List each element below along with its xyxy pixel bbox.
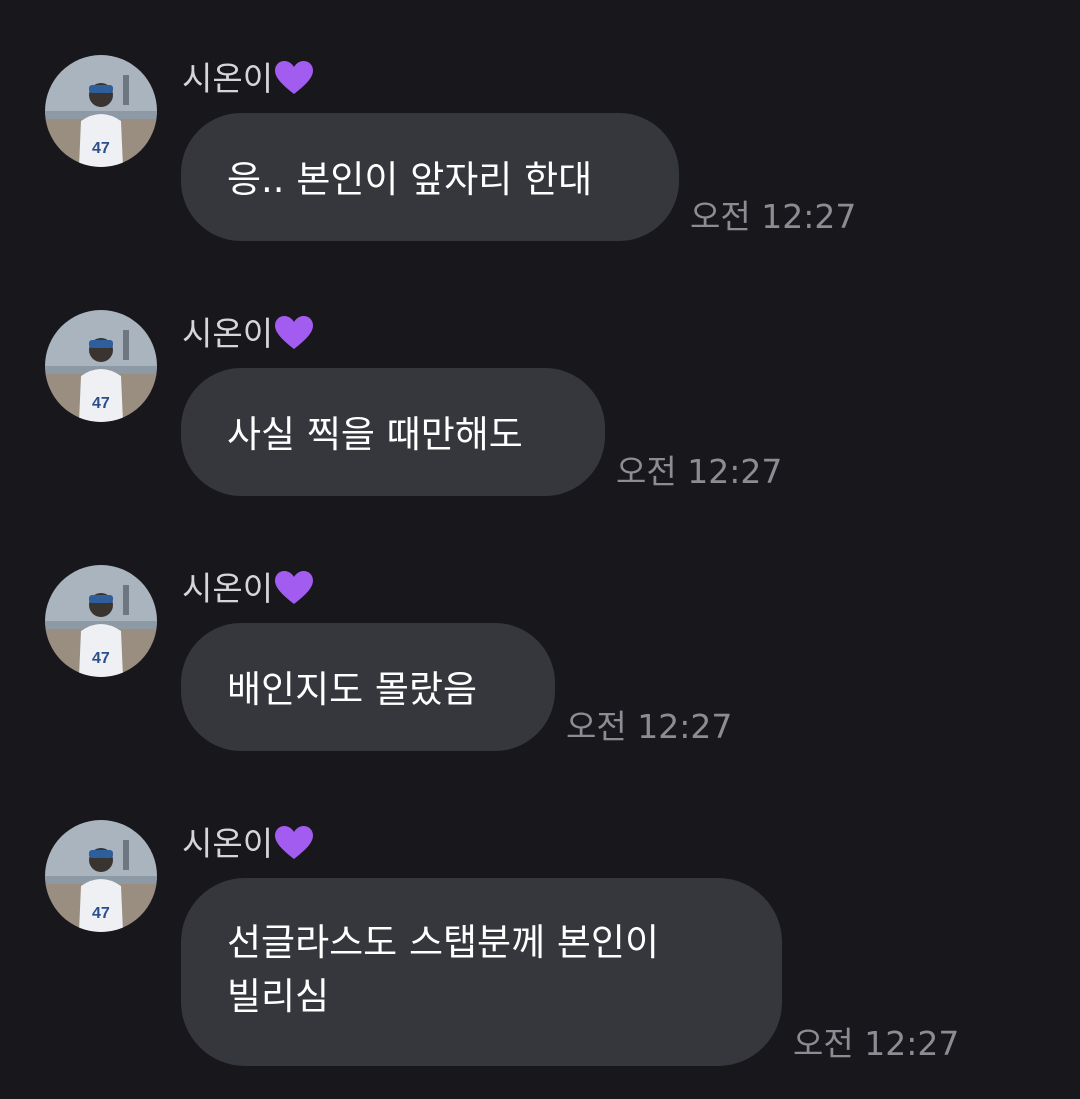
message-timestamp: 오전 12:27: [566, 707, 733, 746]
svg-text:47: 47: [92, 395, 110, 412]
sender-name-text: 시온이: [182, 569, 274, 608]
message-text-line: 선글라스도 스탭분께 본인이: [227, 921, 660, 964]
message-text-line: 사실 찍을 때만해도: [227, 413, 523, 456]
message-bubble[interactable]: 선글라스도 스탭분께 본인이 빌리심: [181, 878, 782, 1066]
sender-name: 시온이: [182, 567, 314, 611]
profile-photo: 47: [45, 820, 157, 932]
message-text-line: 배인지도 몰랐음: [227, 668, 478, 711]
message-bubble[interactable]: 사실 찍을 때만해도: [181, 368, 605, 496]
message-bubble[interactable]: 응.. 본인이 앞자리 한대: [181, 113, 679, 241]
sender-name: 시온이: [182, 312, 314, 356]
sender-name: 시온이: [182, 57, 314, 101]
message-text-line: 빌리심: [227, 975, 330, 1018]
svg-text:47: 47: [92, 905, 110, 922]
avatar[interactable]: 47: [45, 310, 157, 422]
profile-photo: 47: [45, 565, 157, 677]
sender-name: 시온이: [182, 822, 314, 866]
sender-name-text: 시온이: [182, 824, 274, 863]
svg-text:47: 47: [92, 140, 110, 157]
message-timestamp: 오전 12:27: [616, 452, 783, 491]
message-timestamp: 오전 12:27: [690, 197, 857, 236]
sender-name-text: 시온이: [182, 59, 274, 98]
avatar[interactable]: 47: [45, 55, 157, 167]
purple-heart-icon: [275, 570, 314, 604]
message-bubble[interactable]: 배인지도 몰랐음: [181, 623, 555, 751]
purple-heart-icon: [275, 825, 314, 859]
svg-text:47: 47: [92, 650, 110, 667]
purple-heart-icon: [275, 60, 314, 94]
message-text-line: 응.. 본인이 앞자리 한대: [227, 158, 593, 201]
avatar[interactable]: 47: [45, 565, 157, 677]
sender-name-text: 시온이: [182, 314, 274, 353]
avatar[interactable]: 47: [45, 820, 157, 932]
message-timestamp: 오전 12:27: [793, 1024, 960, 1063]
purple-heart-icon: [275, 315, 314, 349]
profile-photo: 47: [45, 55, 157, 167]
profile-photo: 47: [45, 310, 157, 422]
